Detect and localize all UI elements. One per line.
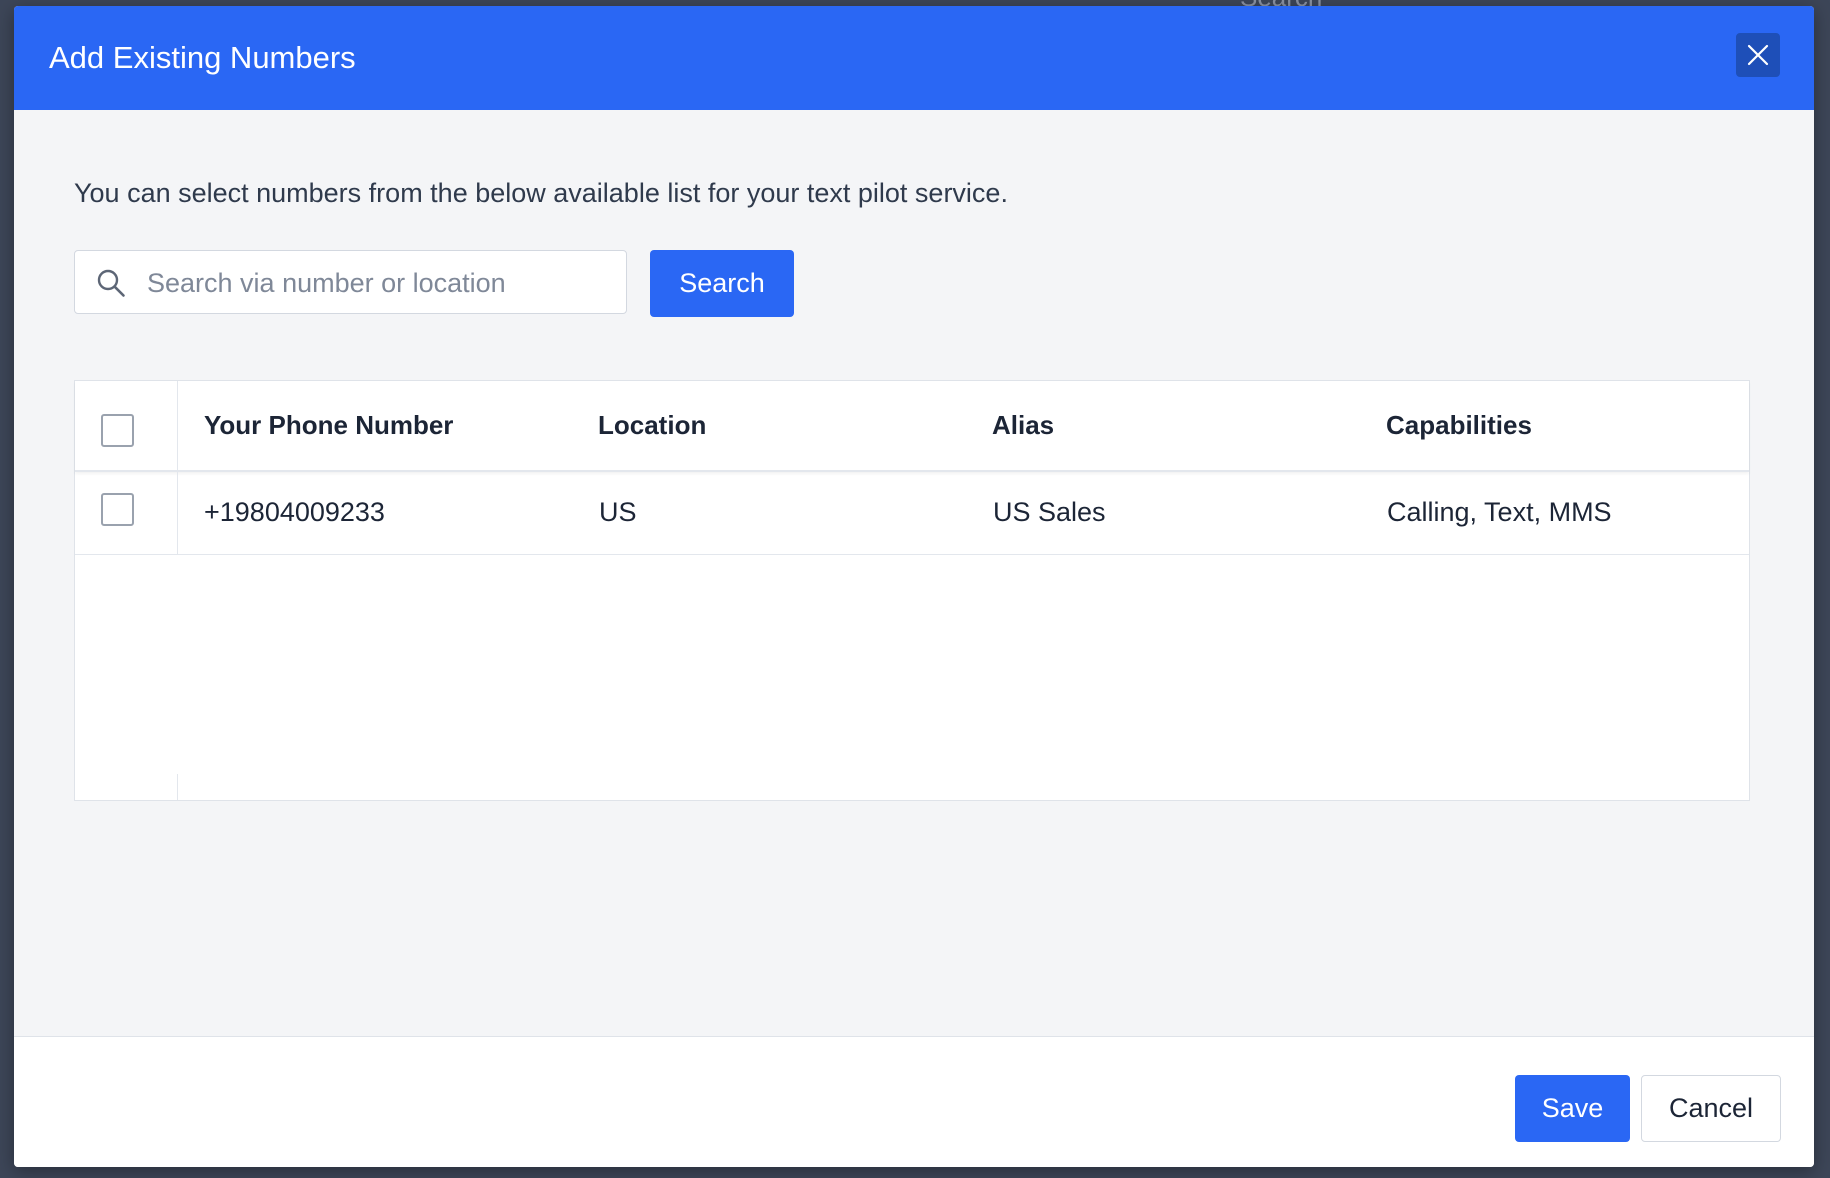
checkbox-column-divider-bottom: [177, 774, 178, 800]
close-icon: [1747, 44, 1769, 66]
table-header: Your Phone Number Location Alias Capabil…: [75, 381, 1749, 472]
cancel-button[interactable]: Cancel: [1641, 1075, 1781, 1142]
checkbox-column-divider: [177, 381, 178, 554]
modal-header: Add Existing Numbers: [14, 6, 1814, 110]
add-numbers-modal: Add Existing Numbers You can select numb…: [14, 6, 1814, 1167]
row-checkbox[interactable]: [101, 493, 134, 526]
modal-footer: Save Cancel: [14, 1036, 1814, 1167]
modal-title: Add Existing Numbers: [49, 40, 356, 75]
search-box[interactable]: [74, 250, 627, 315]
column-header-alias: Alias: [992, 410, 1055, 440]
search-button[interactable]: Search: [650, 250, 794, 317]
cell-location: US: [599, 497, 637, 527]
intro-text: You can select numbers from the below av…: [74, 178, 1008, 208]
column-header-capabilities: Capabilities: [1386, 410, 1532, 440]
numbers-table: Your Phone Number Location Alias Capabil…: [74, 380, 1750, 801]
column-header-location: Location: [598, 410, 707, 440]
search-icon: [97, 269, 125, 297]
select-all-checkbox[interactable]: [101, 414, 134, 447]
cell-phone-number: +19804009233: [204, 497, 385, 527]
cell-alias: US Sales: [993, 497, 1106, 527]
table-row[interactable]: +19804009233 US US Sales Calling, Text, …: [75, 472, 1749, 555]
close-button[interactable]: [1736, 33, 1780, 77]
cell-capabilities: Calling, Text, MMS: [1387, 497, 1612, 527]
search-input[interactable]: [145, 251, 619, 315]
save-button[interactable]: Save: [1515, 1075, 1630, 1142]
column-header-phone: Your Phone Number: [204, 410, 454, 440]
